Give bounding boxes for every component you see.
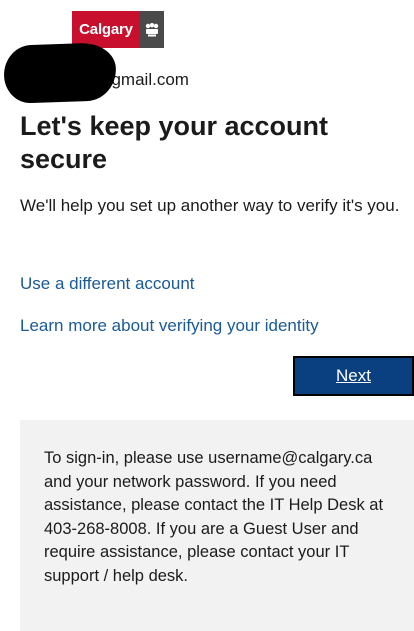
page-title: Let's keep your account secure bbox=[20, 111, 329, 174]
sign-in-page: Calgary dcctest743@gmail.com Let's keep … bbox=[0, 0, 414, 631]
redaction-mark bbox=[3, 42, 117, 104]
next-button[interactable]: Next bbox=[293, 356, 414, 396]
page-description: We'll help you set up another way to ver… bbox=[20, 196, 400, 215]
info-box: To sign-in, please use username@calgary.… bbox=[20, 420, 414, 631]
use-different-account-link[interactable]: Use a different account bbox=[20, 274, 195, 294]
city-crest-icon bbox=[140, 11, 164, 48]
learn-more-link[interactable]: Learn more about verifying your identity bbox=[20, 316, 319, 336]
info-text: To sign-in, please use username@calgary.… bbox=[44, 449, 384, 585]
